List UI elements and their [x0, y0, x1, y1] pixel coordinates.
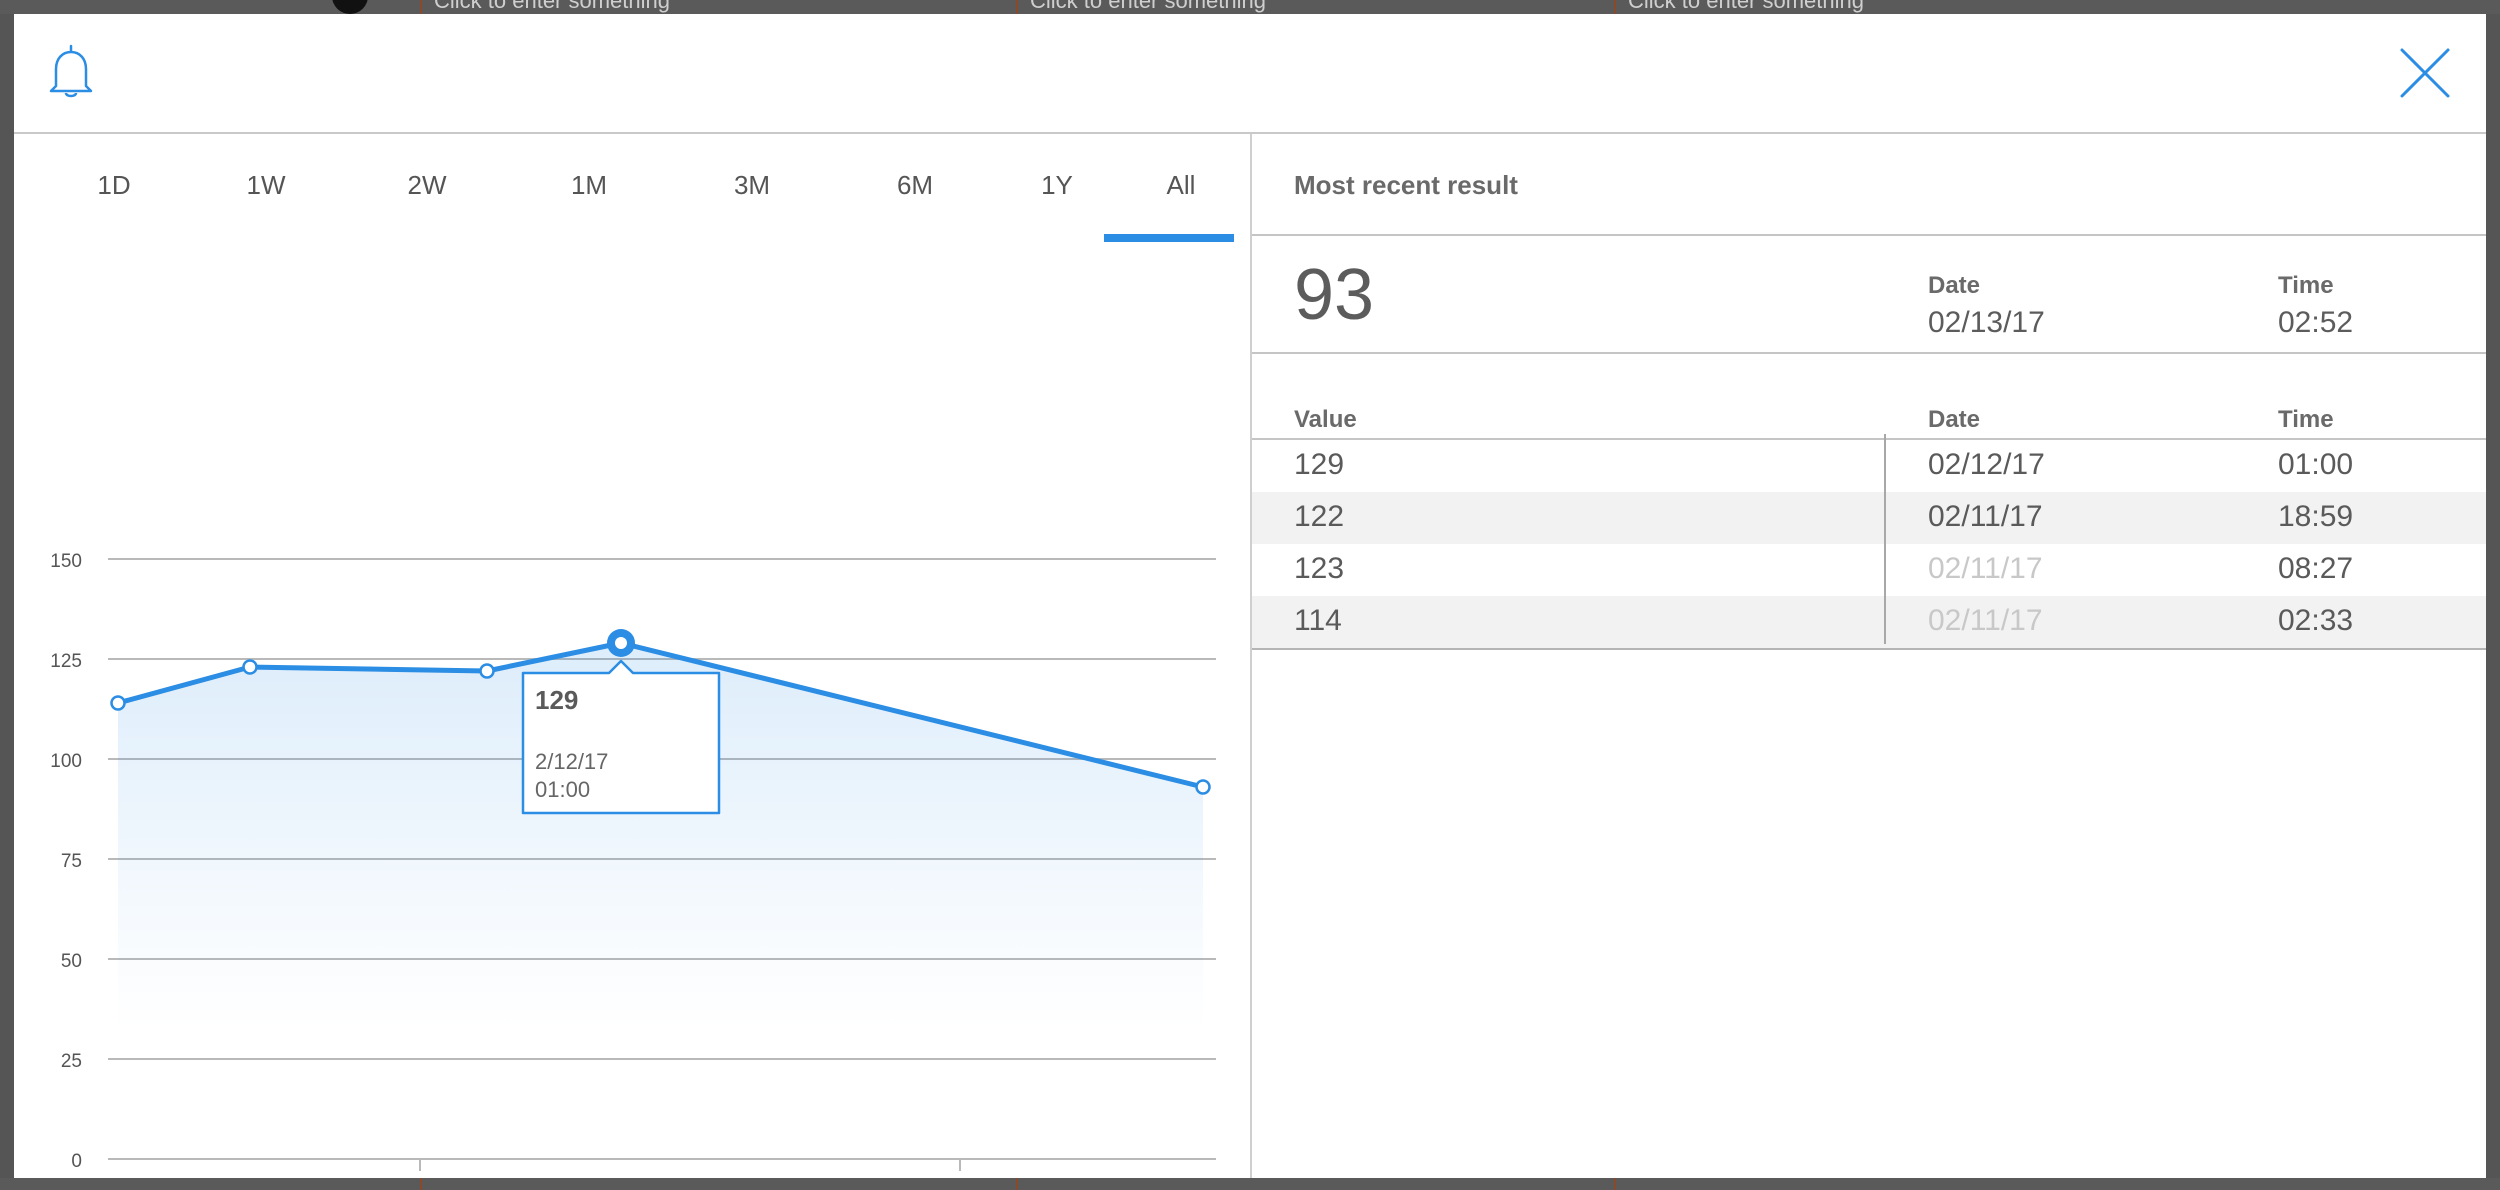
tab-1m[interactable]: 1M [524, 170, 654, 201]
recent-time-label: Time [2278, 272, 2334, 299]
background-cell-divider [1614, 0, 1616, 14]
row-time: 08:27 [2278, 552, 2354, 585]
value-chart: 025507510012515002/1202/13 1292/12/1701:… [50, 551, 1216, 1172]
row-date: 02/11/17 [1928, 604, 2043, 637]
row-time: 01:00 [2278, 448, 2354, 481]
row-date: 02/11/17 [1928, 500, 2043, 533]
table-row[interactable]: 129 02/12/17 01:00 [1252, 440, 2486, 492]
background-app-strip-bottom [0, 1178, 2500, 1190]
row-date: 02/12/17 [1928, 448, 2045, 481]
most-recent-value: 93 [1294, 255, 1375, 335]
y-tick-label: 150 [50, 551, 82, 572]
bell-icon[interactable] [46, 42, 96, 100]
tooltip-time: 01:00 [535, 777, 590, 802]
tab-6m[interactable]: 6M [850, 170, 980, 201]
background-cell-divider [1016, 0, 1018, 14]
background-cell-divider [420, 0, 422, 14]
tooltip-value: 129 [535, 685, 578, 715]
background-placeholder[interactable]: Click to enter something [1030, 0, 1266, 14]
data-point [242, 659, 258, 675]
data-point-highlighted-center [615, 637, 627, 649]
tab-all[interactable]: All [1116, 170, 1246, 201]
table-row[interactable]: 123 02/11/17 08:27 [1252, 544, 2486, 596]
results-modal: 1D 1W 2W 1M 3M 6M 1Y All 0 25 50 75 100 125 15… [14, 14, 2486, 1178]
tab-1y[interactable]: 1Y [992, 170, 1122, 201]
row-value: 114 [1294, 604, 1342, 637]
data-point [479, 663, 495, 679]
data-point [1195, 779, 1211, 795]
tab-2w[interactable]: 2W [362, 170, 492, 201]
most-recent-title: Most recent result [1294, 170, 1518, 200]
tab-1w[interactable]: 1W [201, 170, 331, 201]
row-date: 02/11/17 [1928, 552, 2043, 585]
close-icon[interactable] [2398, 46, 2452, 100]
column-header-time: Time [2278, 406, 2334, 433]
tab-3m[interactable]: 3M [687, 170, 817, 201]
y-tick-label: 50 [61, 951, 82, 972]
divider [1252, 352, 2486, 354]
y-tick-label: 25 [61, 1051, 82, 1072]
column-divider [1884, 434, 1886, 644]
row-time: 02:33 [2278, 604, 2354, 637]
y-tick-label: 100 [50, 751, 82, 772]
background-cell-divider [420, 1178, 422, 1190]
row-value: 123 [1294, 552, 1345, 585]
tooltip-date: 2/12/17 [535, 749, 608, 774]
background-placeholder[interactable]: Click to enter something [1628, 0, 1864, 14]
row-value: 122 [1294, 500, 1345, 533]
active-tab-indicator [1104, 234, 1234, 242]
modal-header [14, 14, 2486, 134]
row-value: 129 [1294, 448, 1345, 481]
recent-date-label: Date [1928, 272, 1981, 299]
range-tabs: 1D 1W 2W 1M 3M 6M 1Y All [14, 134, 1250, 244]
recent-date-value: 02/13/17 [1928, 306, 2045, 339]
y-tick-label: 125 [50, 651, 82, 672]
row-time: 18:59 [2278, 500, 2354, 533]
table-row[interactable]: 122 02/11/17 18:59 [1252, 492, 2486, 544]
data-point [110, 695, 126, 711]
column-header-value: Value [1294, 406, 1357, 433]
y-tick-label: 0 [71, 1151, 82, 1172]
background-placeholder[interactable]: Click to enter something [434, 0, 670, 14]
y-tick-label: 75 [61, 851, 82, 872]
recent-time-value: 02:52 [2278, 306, 2354, 339]
table-row[interactable]: 114 02/11/17 02:33 [1252, 596, 2486, 648]
background-cell-divider [1614, 1178, 1616, 1190]
info-icon [332, 0, 368, 14]
background-app-strip: Click to enter something Click to enter … [0, 0, 2500, 14]
chart-pane: 1D 1W 2W 1M 3M 6M 1Y All 0 25 50 75 100 125 15… [14, 134, 1250, 1178]
divider [1252, 648, 2486, 650]
divider [1252, 234, 2486, 236]
results-pane: Most recent result 93 Date 02/13/17 Time… [1252, 134, 2486, 1178]
tab-1d[interactable]: 1D [49, 170, 179, 201]
background-cell-divider [1016, 1178, 1018, 1190]
column-header-date: Date [1928, 406, 1981, 433]
